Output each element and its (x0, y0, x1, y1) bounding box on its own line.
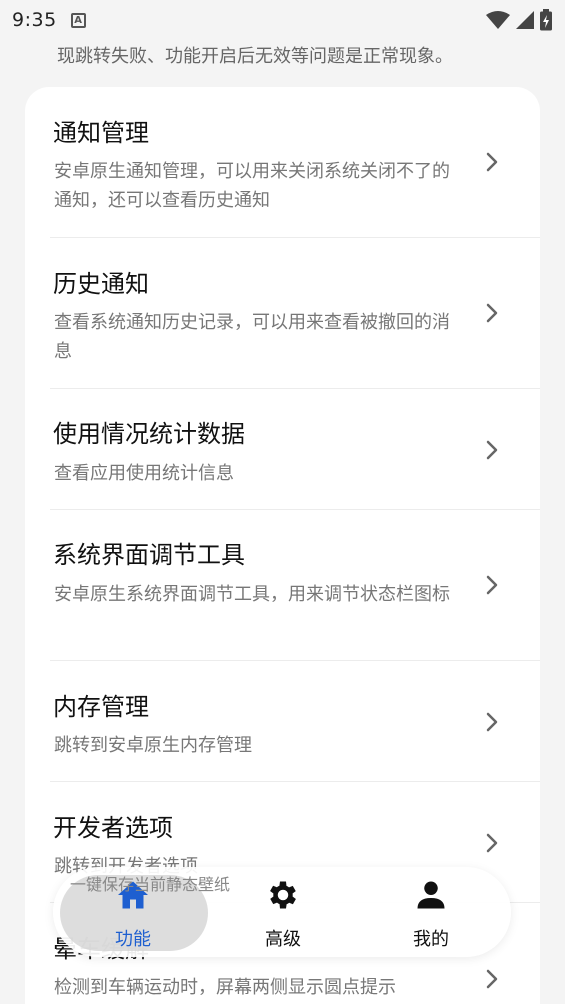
list-item-usage-stats[interactable]: 使用情况统计数据 查看应用使用统计信息 (25, 389, 540, 509)
notification-a-icon: A (70, 12, 86, 28)
nav-tab-advanced[interactable]: 高级 (228, 867, 338, 957)
list-item-notification-history[interactable]: 历史通知 查看系统通知历史记录，可以用来查看被撤回的消息 (25, 238, 540, 388)
list-item-memory-management[interactable]: 内存管理 跳转到安卓原生内存管理 (25, 661, 540, 781)
status-time: 9:35 (12, 9, 57, 31)
item-desc: 跳转到安卓原生内存管理 (54, 735, 252, 756)
item-desc: 检测到车辆运动时，屏幕两侧显示圆点提示 (54, 977, 396, 998)
item-desc: 安卓原生系统界面调节工具，用来调节状态栏图标 (54, 584, 450, 605)
item-title: 开发者选项 (53, 814, 173, 842)
item-title: 历史通知 (53, 270, 149, 298)
chevron-right-icon (486, 833, 498, 853)
nav-label-advanced: 高级 (265, 929, 301, 950)
notice-text: 现跳转失败、功能开启后无效等问题是正常现象。 (57, 46, 453, 67)
item-title: 系统界面调节工具 (53, 541, 245, 569)
item-title: 内存管理 (53, 693, 149, 721)
wifi-icon (486, 11, 510, 29)
item-desc: 安卓原生通知管理，可以用来关闭系统关闭不了的通知，还可以查看历史通知 (54, 161, 450, 211)
nav-label-features: 功能 (115, 929, 151, 950)
gear-icon (270, 881, 296, 909)
chevron-right-icon (486, 152, 498, 172)
nav-label-mine: 我的 (413, 929, 449, 950)
item-desc: 查看系统通知历史记录，可以用来查看被撤回的消息 (54, 312, 450, 362)
item-title: 使用情况统计数据 (53, 420, 245, 448)
item-title: 通知管理 (53, 119, 149, 147)
list-item-system-ui-tuner[interactable]: 系统界面调节工具 安卓原生系统界面调节工具，用来调节状态栏图标 (25, 510, 540, 660)
chevron-right-icon (486, 969, 498, 989)
status-bar: 9:35 A (0, 0, 565, 40)
status-icons (485, 9, 553, 31)
person-icon (417, 881, 445, 909)
chevron-right-icon (486, 712, 498, 732)
toast-message: 一键保存当前静态壁纸 (70, 875, 231, 894)
nav-tab-mine[interactable]: 我的 (376, 867, 486, 957)
list-item-notification-management[interactable]: 通知管理 安卓原生通知管理，可以用来关闭系统关闭不了的通知，还可以查看历史通知 (25, 87, 540, 237)
item-desc: 查看应用使用统计信息 (54, 463, 234, 484)
chevron-right-icon (486, 575, 498, 595)
chevron-right-icon (486, 303, 498, 323)
signal-icon (516, 11, 534, 29)
chevron-right-icon (486, 440, 498, 460)
battery-icon (540, 9, 552, 31)
